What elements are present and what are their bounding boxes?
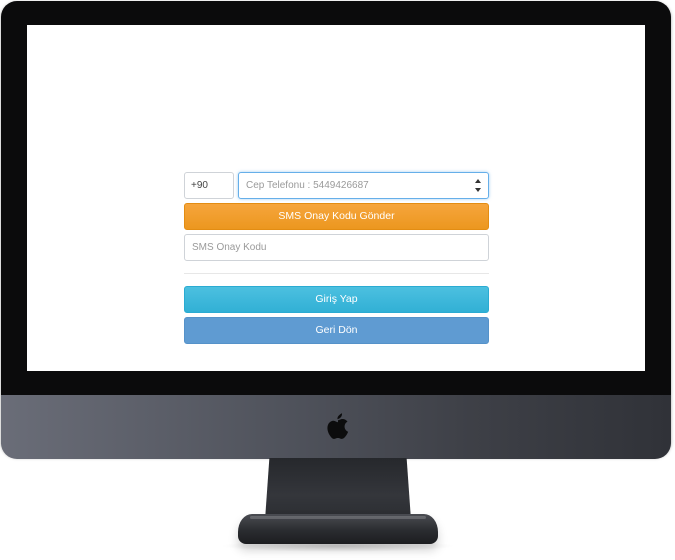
- phone-input-wrapper: [238, 172, 489, 199]
- monitor-mockup: SMS Onay Kodu Gönder Giriş Yap Geri Dön: [0, 0, 675, 560]
- phone-number-input[interactable]: [238, 172, 489, 199]
- sms-login-form: SMS Onay Kodu Gönder Giriş Yap Geri Dön: [184, 172, 489, 344]
- chevron-up-icon[interactable]: [475, 179, 481, 183]
- stand-highlight: [250, 516, 426, 519]
- apple-logo-icon: [327, 413, 349, 439]
- login-button[interactable]: Giriş Yap: [184, 286, 489, 313]
- chevron-down-icon[interactable]: [475, 188, 481, 192]
- back-button[interactable]: Geri Dön: [184, 317, 489, 344]
- monitor-stand-neck: [265, 458, 411, 520]
- number-spinner[interactable]: [474, 179, 482, 192]
- send-sms-code-button[interactable]: SMS Onay Kodu Gönder: [184, 203, 489, 230]
- sms-code-input[interactable]: [184, 234, 489, 261]
- form-divider: [184, 273, 489, 274]
- country-code-input[interactable]: [184, 172, 234, 199]
- monitor-screen: SMS Onay Kodu Gönder Giriş Yap Geri Dön: [27, 25, 645, 371]
- phone-row: [184, 172, 489, 199]
